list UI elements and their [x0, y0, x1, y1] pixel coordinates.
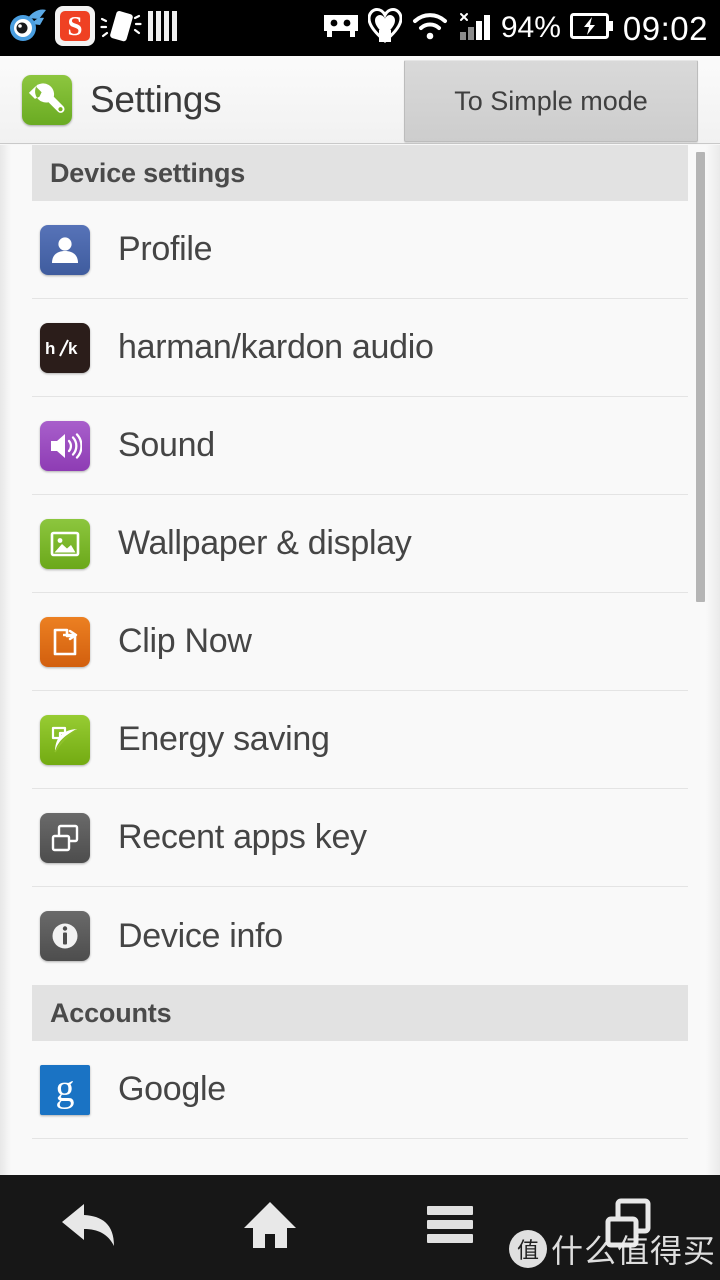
info-icon — [40, 911, 90, 961]
list-item-label: Wallpaper & display — [118, 524, 412, 562]
list-item-label: Clip Now — [118, 622, 252, 660]
svg-text:h: h — [45, 339, 55, 358]
clip-icon — [40, 616, 90, 667]
list-item-label: Sound — [118, 426, 215, 464]
back-arrow-icon — [58, 1196, 122, 1259]
heart-notification-icon — [367, 7, 403, 49]
home-button[interactable] — [180, 1175, 360, 1280]
battery-charging-icon — [569, 12, 614, 45]
panel-right-edge — [706, 145, 720, 1175]
app-header: Settings To Simple mode — [0, 56, 720, 144]
phone-screen: S 94% 09:02 Settings To Simple mode Devi… — [0, 0, 720, 1280]
list-item-label: harman/kardon audio — [118, 328, 434, 366]
hamburger-menu-icon — [425, 1202, 475, 1253]
person-icon — [40, 224, 90, 275]
list-item-energy-saving[interactable]: Energy saving — [32, 691, 688, 789]
section-header-device-settings: Device settings — [32, 145, 688, 201]
wrench-icon — [22, 74, 72, 125]
status-bar-right-icons: 94% 09:02 — [323, 7, 720, 49]
usb-debugging-icon — [323, 12, 359, 45]
home-icon — [241, 1196, 299, 1259]
list-item-label: Google — [118, 1070, 226, 1108]
google-g-icon: g — [40, 1064, 90, 1115]
app-title-group: Settings — [0, 74, 222, 125]
vertical-scrollbar[interactable] — [696, 152, 705, 602]
panel-left-edge — [0, 145, 11, 1175]
cellular-signal-icon — [458, 10, 492, 47]
google-g-glyph: g — [55, 1067, 75, 1110]
list-item-label: Recent apps key — [118, 818, 367, 856]
list-item-clip-now[interactable]: Clip Now — [32, 593, 688, 691]
windows-stack-icon — [40, 812, 90, 863]
section-header-accounts: Accounts — [32, 985, 688, 1041]
list-item-google[interactable]: g Google — [32, 1041, 688, 1139]
list-item-label: Energy saving — [118, 720, 330, 758]
wifi-icon — [411, 11, 449, 46]
status-bar: S 94% 09:02 — [0, 0, 720, 56]
list-item-profile[interactable]: Profile — [32, 201, 688, 299]
back-button[interactable] — [0, 1175, 180, 1280]
list-item-label: Profile — [118, 230, 213, 268]
settings-list[interactable]: Device settings Profile h k harman/kardo… — [0, 145, 720, 1175]
list-item-sound[interactable]: Sound — [32, 397, 688, 495]
to-simple-mode-button[interactable]: To Simple mode — [404, 60, 698, 142]
list-item-recent-apps-key[interactable]: Recent apps key — [32, 789, 688, 887]
navigation-bar: 值 什么值得买 — [0, 1175, 720, 1280]
comet-notification-icon — [6, 6, 50, 51]
watermark-badge-icon: 值 — [508, 1230, 547, 1268]
site-watermark: 值 什么值得买 — [508, 1226, 716, 1272]
list-item-label: Device info — [118, 916, 283, 955]
section-label: Device settings — [50, 157, 246, 188]
svg-text:S: S — [67, 11, 82, 41]
status-bar-left-icons: S — [0, 5, 180, 52]
list-item-wallpaper-display[interactable]: Wallpaper & display — [32, 495, 688, 593]
section-label: Accounts — [50, 997, 172, 1028]
hk-logo-icon: h k — [40, 322, 90, 373]
shake-phone-icon — [100, 5, 142, 52]
page-title: Settings — [90, 78, 222, 120]
speaker-icon — [40, 420, 90, 471]
bars-notification-icon — [146, 6, 180, 51]
svg-text:k: k — [68, 339, 78, 358]
picture-icon — [40, 518, 90, 569]
watermark-label: 什么值得买 — [550, 1232, 716, 1270]
list-item-device-info[interactable]: Device info — [32, 887, 688, 985]
clock-label: 09:02 — [622, 9, 708, 47]
leaf-icon — [40, 714, 90, 765]
sogou-input-icon: S — [54, 5, 96, 52]
battery-percent-label: 94% — [500, 11, 561, 44]
list-item-harman-kardon-audio[interactable]: h k harman/kardon audio — [32, 299, 688, 397]
